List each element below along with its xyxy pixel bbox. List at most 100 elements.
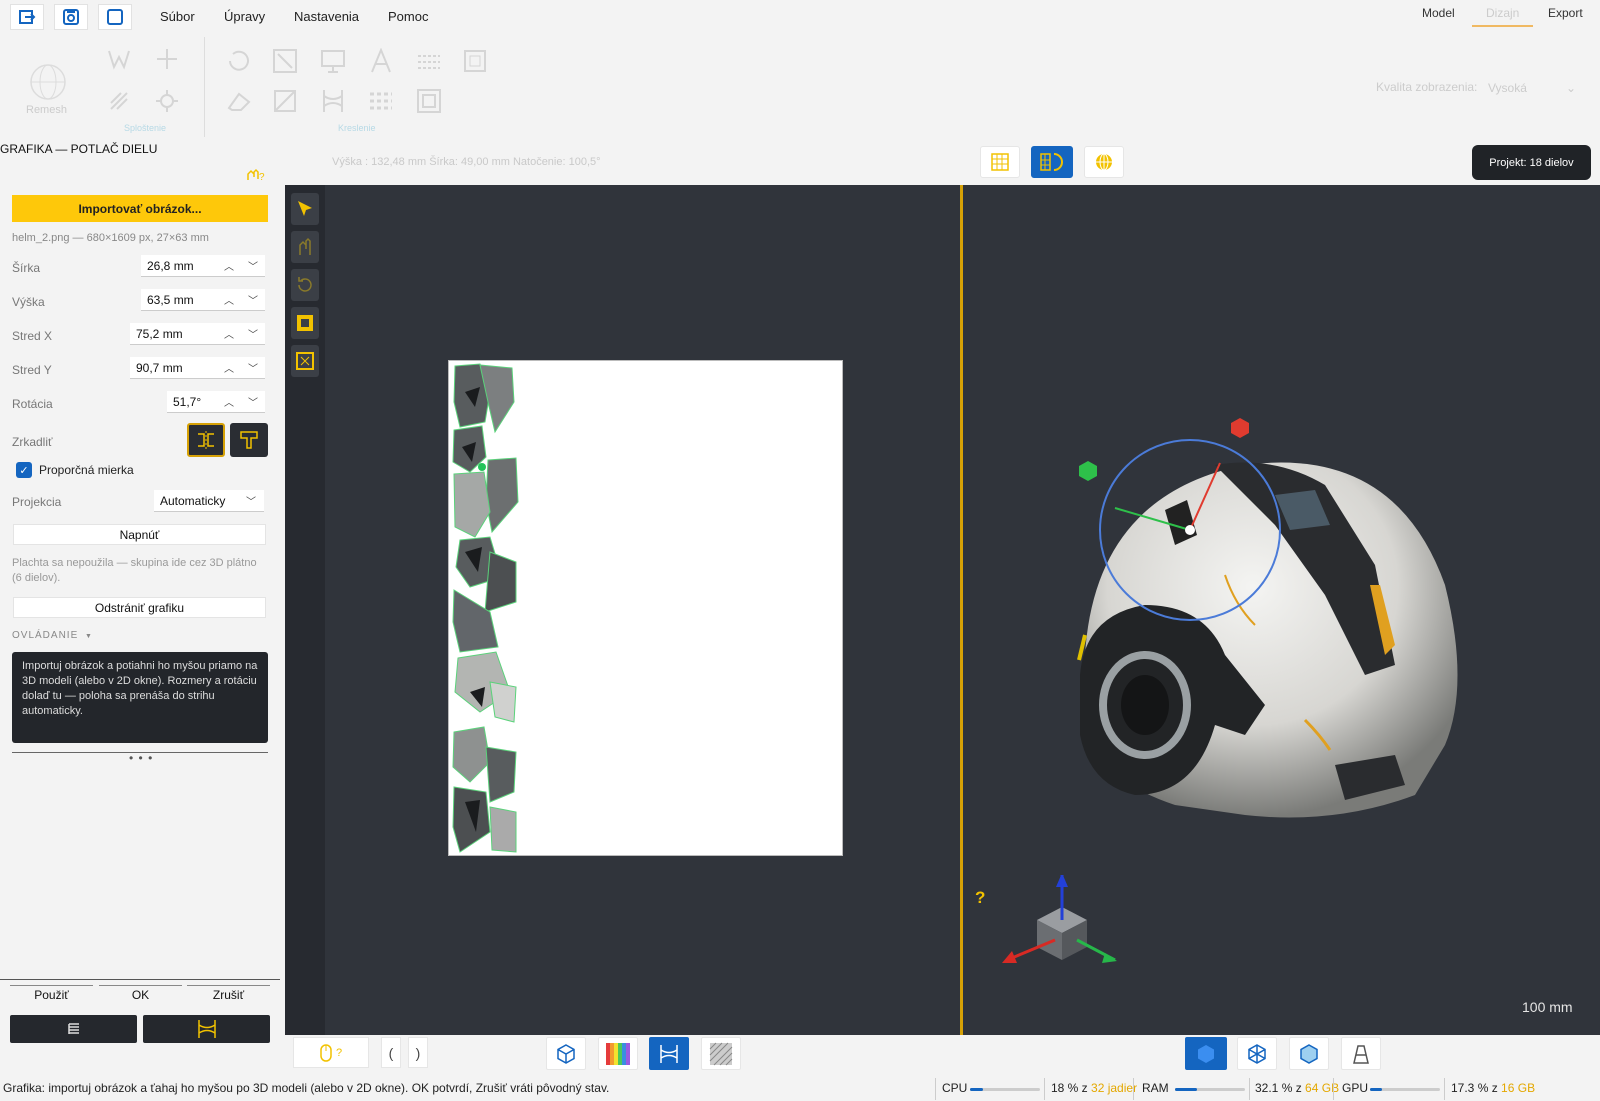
rotate-tool[interactable] <box>291 269 319 301</box>
mirror-vertical-button[interactable] <box>230 423 268 457</box>
chevron-down-icon[interactable]: ﹀ <box>241 292 265 307</box>
cancel-button[interactable]: Zrušiť <box>187 985 270 1004</box>
mode-tab-export[interactable]: Export <box>1548 6 1583 25</box>
pattern-piece[interactable] <box>489 681 517 723</box>
mode-tab-design[interactable]: Dizajn <box>1472 6 1534 27</box>
ribbon-tool-7[interactable] <box>318 46 348 76</box>
ribbon-tool-12[interactable] <box>318 86 348 116</box>
helmet-3d-model[interactable] <box>975 405 1595 865</box>
ribbon-tool-5[interactable] <box>224 46 254 76</box>
chevron-up-icon[interactable]: ︿ <box>217 394 241 409</box>
save-button[interactable] <box>54 4 88 30</box>
ribbon-tool-1[interactable] <box>104 44 134 74</box>
center-x-field[interactable]: 75,2 mm ︿ ﹀ <box>130 323 265 345</box>
pattern-piece[interactable] <box>489 806 517 853</box>
quality-select[interactable]: Vysoká ⌄ <box>1480 78 1584 100</box>
scale-tool[interactable] <box>291 307 319 339</box>
mouse-help-button[interactable]: ? <box>293 1037 369 1068</box>
gizmo-y-handle[interactable] <box>1231 418 1249 438</box>
ribbon-tool-text[interactable] <box>366 46 396 76</box>
transparent-shading-button[interactable] <box>1289 1037 1329 1070</box>
gizmo-center[interactable] <box>1185 525 1195 535</box>
move-tool[interactable] <box>291 231 319 263</box>
ok-button[interactable]: OK <box>99 985 182 1004</box>
chevron-down-icon[interactable]: ﹀ <box>241 394 265 409</box>
projection-select[interactable]: Automaticky ﹀ <box>154 490 264 512</box>
rotation-label: Rotácia <box>12 397 53 411</box>
pattern-piece[interactable] <box>452 726 491 783</box>
wireframe-view-button[interactable] <box>546 1037 586 1070</box>
chevron-up-icon[interactable]: ︿ <box>217 326 241 341</box>
chevron-up-icon[interactable]: ︿ <box>217 258 241 273</box>
ribbon-tool-14[interactable] <box>414 86 444 116</box>
perspective-button[interactable] <box>1341 1037 1381 1070</box>
status-separator <box>1133 1078 1134 1100</box>
frame-tool[interactable] <box>291 345 319 377</box>
ribbon-tool-13[interactable] <box>366 86 396 116</box>
chevron-down-icon[interactable]: ﹀ <box>241 360 265 375</box>
globe-icon <box>1096 153 1112 171</box>
height-field[interactable]: 63,5 mm ︿ ﹀ <box>141 289 265 311</box>
ribbon-tool-8[interactable] <box>414 46 444 76</box>
view-split-button[interactable] <box>1031 146 1073 178</box>
gizmo-x-handle[interactable] <box>1079 461 1097 481</box>
axis-cube-icon[interactable] <box>987 875 1117 990</box>
chevron-up-icon[interactable]: ︿ <box>217 292 241 307</box>
color-view-button[interactable] <box>598 1037 638 1070</box>
chevron-up-icon[interactable]: ︿ <box>217 360 241 375</box>
ribbon-tool-9[interactable] <box>460 46 490 76</box>
ribbon-tool-3[interactable] <box>104 86 134 116</box>
pattern-piece[interactable] <box>485 457 519 534</box>
pattern-handle[interactable] <box>478 463 486 471</box>
pattern-view-button[interactable] <box>649 1037 689 1070</box>
proportional-checkbox[interactable]: ✓ <box>16 462 32 478</box>
more-dots-handle[interactable]: • • • <box>129 751 153 765</box>
gpu-label: GPU <box>1342 1081 1369 1095</box>
ribbon-tool-2[interactable] <box>152 44 182 74</box>
pattern-piece[interactable] <box>484 551 517 613</box>
stretch-button[interactable]: Napnúť <box>13 524 266 545</box>
remesh-button[interactable] <box>28 62 68 102</box>
texture-view-button[interactable] <box>701 1037 741 1070</box>
new-button[interactable] <box>98 4 132 30</box>
ribbon-tool-6[interactable] <box>270 46 300 76</box>
wire-shading-button[interactable] <box>1237 1037 1277 1070</box>
pattern-piece[interactable] <box>453 471 491 538</box>
bottom-separator <box>0 979 280 980</box>
next-button[interactable]: ) <box>408 1037 428 1068</box>
prev-button[interactable]: ( <box>381 1037 401 1068</box>
viewport[interactable]: ? 100 mm <box>285 185 1600 1035</box>
select-tool[interactable] <box>291 193 319 225</box>
viewport-help-icon[interactable]: ? <box>975 888 985 908</box>
menu-file[interactable]: Súbor <box>160 9 195 24</box>
view-3d-button[interactable] <box>1084 146 1124 178</box>
pattern-pieces-strip[interactable] <box>450 362 520 856</box>
chevron-down-icon[interactable]: ﹀ <box>241 258 265 273</box>
chevron-down-icon[interactable]: ﹀ <box>241 326 265 341</box>
draw-group-label: Kreslenie <box>338 123 376 133</box>
pattern-pieces-icon <box>323 90 343 112</box>
exit-button[interactable] <box>10 4 44 30</box>
view-2d-button[interactable] <box>980 146 1020 178</box>
mode-tab-model[interactable]: Model <box>1422 6 1455 25</box>
rotation-field[interactable]: 51,7° ︿ ﹀ <box>167 391 265 413</box>
ribbon-tool-11[interactable] <box>270 86 300 116</box>
width-field[interactable]: 26,8 mm ︿ ﹀ <box>141 255 265 277</box>
pattern-piece[interactable] <box>485 746 517 803</box>
import-image-button[interactable]: Importovať obrázok... <box>12 195 268 222</box>
apply-button[interactable]: Použiť <box>10 985 93 1004</box>
ribbon-tool-10[interactable] <box>224 86 254 116</box>
text-icon <box>371 48 391 73</box>
pattern-sheet[interactable] <box>448 360 843 856</box>
rainbow-icon <box>606 1042 630 1065</box>
split-divider[interactable] <box>960 185 963 1035</box>
remove-graphics-button[interactable]: Odstrániť grafiku <box>13 597 266 618</box>
mirror-horizontal-button[interactable] <box>187 423 225 457</box>
menu-edit[interactable]: Úpravy <box>224 9 265 24</box>
ribbon-tool-4[interactable] <box>152 86 182 116</box>
menu-help[interactable]: Pomoc <box>388 9 428 24</box>
controls-section-toggle[interactable]: OVLÁDANIE ▼ <box>12 630 93 641</box>
center-y-field[interactable]: 90,7 mm ︿ ﹀ <box>130 357 265 379</box>
menu-settings[interactable]: Nastavenia <box>294 9 359 24</box>
solid-shading-button[interactable] <box>1185 1037 1227 1070</box>
